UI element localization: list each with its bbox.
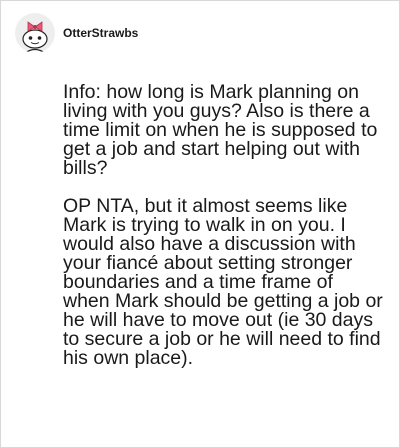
comment-body: Info: how long is Mark planning on livin… <box>63 81 383 369</box>
comment-paragraph: OP NTA, but it almost seems like Mark is… <box>63 195 383 369</box>
snoo-avatar-drawing <box>22 21 48 53</box>
username[interactable]: OtterStrawbs <box>63 26 138 40</box>
comment-header: OtterStrawbs <box>15 13 138 53</box>
snoo-avatar-icon[interactable] <box>15 13 55 53</box>
comment-card: OtterStrawbs Info: how long is Mark plan… <box>0 0 400 448</box>
comment-paragraph: Info: how long is Mark planning on livin… <box>63 81 378 179</box>
